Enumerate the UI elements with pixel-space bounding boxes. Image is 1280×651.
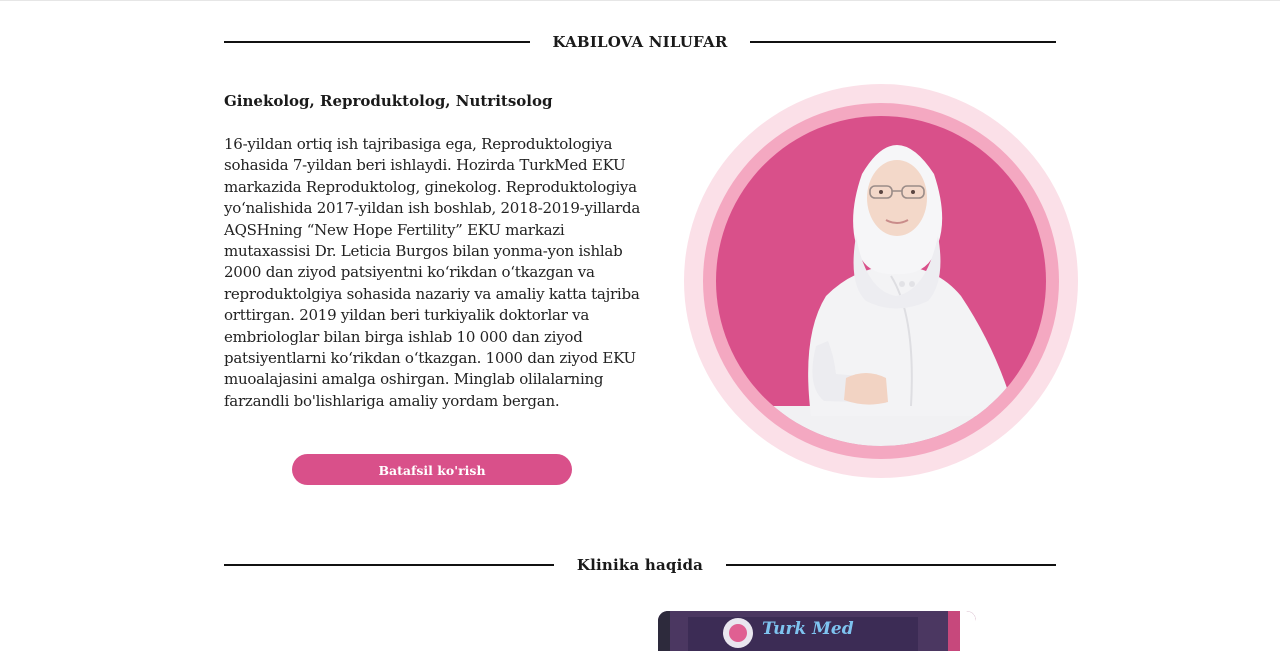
doctor-portrait: [756, 145, 1016, 446]
header-rule-right: [750, 41, 1056, 43]
clinic-section-header: Klinika haqida: [224, 553, 1056, 577]
clinic-building-image: Turk Med: [658, 611, 976, 651]
clinic-sign-text: Turk Med: [762, 619, 854, 639]
clinic-photo: Turk Med: [658, 611, 976, 651]
doctor-specialty: Ginekolog, Reproduktolog, Nutritsolog: [224, 92, 553, 110]
header-rule-right: [726, 564, 1056, 566]
doctor-bio: 16-yildan ortiq ish tajribasiga ega, Rep…: [224, 135, 641, 410]
top-divider: [0, 0, 1280, 1]
doctor-photo: [716, 116, 1046, 446]
details-button[interactable]: Batafsil ko'rish: [292, 454, 572, 485]
doctor-section-header: KABILOVA NILUFAR: [224, 30, 1056, 54]
